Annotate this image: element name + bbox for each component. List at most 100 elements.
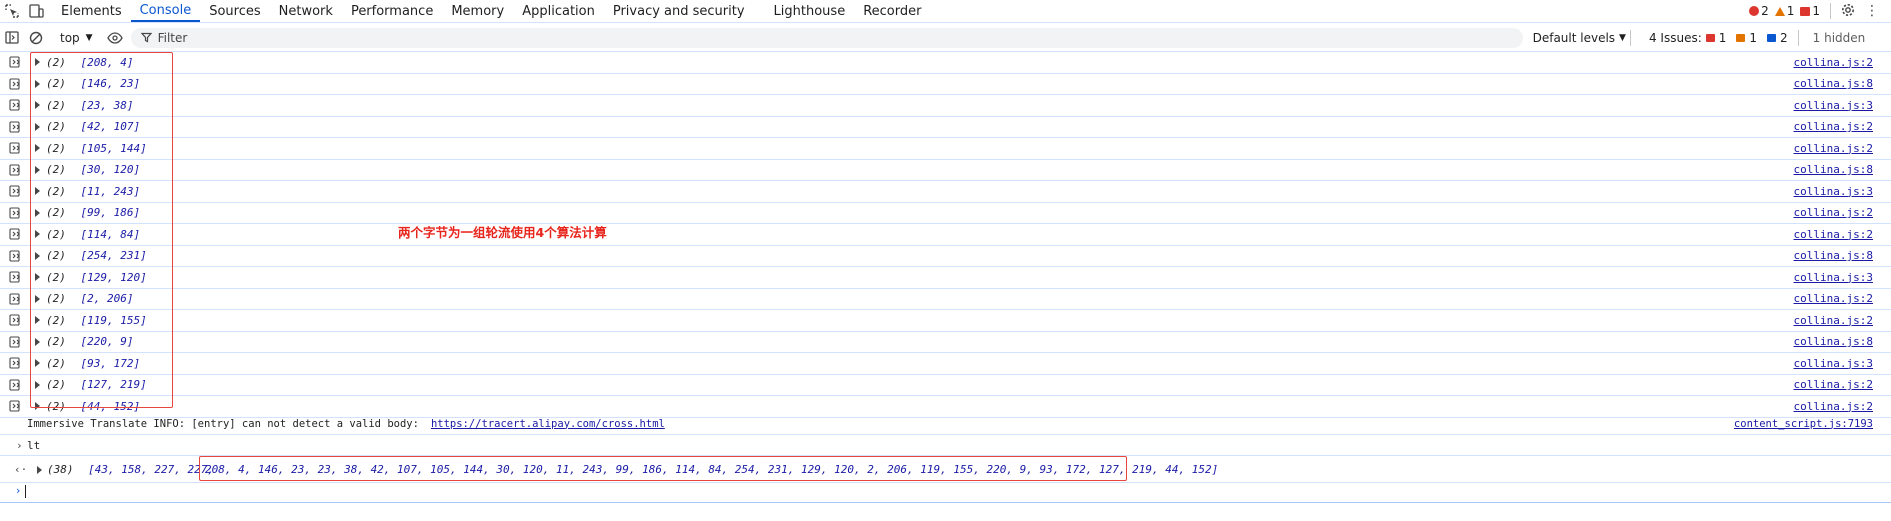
issue-info-icon xyxy=(1767,33,1777,42)
console-log-icon xyxy=(9,142,20,154)
console-log-icon xyxy=(9,400,20,412)
issue-flag-icon xyxy=(1800,6,1811,16)
expand-arrow-icon[interactable] xyxy=(35,165,40,174)
log-row: (2) [254, 231] collina.js:8 xyxy=(0,246,1891,267)
issue-count[interactable]: 1 xyxy=(1800,4,1820,18)
filter-input[interactable]: Filter xyxy=(130,27,1523,48)
expand-arrow-icon[interactable] xyxy=(35,230,40,238)
error-count[interactable]: 2 xyxy=(1749,4,1769,18)
tab-recorder[interactable]: Recorder xyxy=(854,0,930,22)
expand-arrow-icon[interactable] xyxy=(35,79,40,88)
chevron-right-icon: › xyxy=(16,439,23,452)
console-log-icon xyxy=(9,120,20,133)
source-link[interactable]: collina.js:3 xyxy=(1794,357,1873,370)
divider xyxy=(1830,3,1831,19)
tab-network[interactable]: Network xyxy=(270,0,342,22)
eye-icon[interactable] xyxy=(103,26,127,50)
tab-elements[interactable]: Elements xyxy=(52,0,131,22)
log-row: (2) [42, 107] collina.js:2 xyxy=(0,117,1891,138)
hidden-count: 1 hidden xyxy=(1812,30,1866,45)
inspect-element-icon[interactable] xyxy=(0,0,24,22)
error-icon xyxy=(1749,6,1760,16)
expand-arrow-icon[interactable] xyxy=(35,144,40,152)
log-row: (2) [220, 9] collina.js:8 xyxy=(0,332,1891,353)
input-echo-row: › lt xyxy=(0,436,1891,456)
divider xyxy=(1797,29,1799,46)
console-log-icon xyxy=(9,335,20,348)
expand-arrow-icon[interactable] xyxy=(35,58,40,66)
info-link[interactable]: https://tracert.alipay.com/cross.html xyxy=(431,418,665,430)
source-link[interactable]: collina.js:2 xyxy=(1794,56,1873,69)
tab-console[interactable]: Console xyxy=(130,0,201,22)
console-log-icon xyxy=(9,56,20,68)
console-prompt[interactable]: › xyxy=(0,481,1891,503)
expand-arrow-icon[interactable] xyxy=(35,294,40,303)
source-link[interactable]: collina.js:3 xyxy=(1794,185,1873,198)
source-link[interactable]: collina.js:2 xyxy=(1794,314,1873,327)
expand-arrow-icon[interactable] xyxy=(35,122,40,131)
dropdown-arrow-icon: ▼ xyxy=(1619,32,1626,43)
warning-icon xyxy=(1774,6,1785,16)
info-message-row: Immersive Translate INFO: [entry] can no… xyxy=(0,413,1891,435)
tab-application[interactable]: Application xyxy=(513,0,604,22)
log-levels-dropdown[interactable]: Default levels ▼ xyxy=(1533,31,1626,45)
source-link[interactable]: collina.js:8 xyxy=(1794,163,1873,176)
more-options-icon[interactable]: ⋮ xyxy=(1861,3,1883,19)
device-toolbar-icon[interactable] xyxy=(24,0,48,22)
prompt-chevron-icon: › xyxy=(16,484,21,497)
clear-console-icon[interactable] xyxy=(24,26,48,50)
gear-icon[interactable] xyxy=(1841,3,1855,20)
console-log-icon xyxy=(9,249,20,262)
tab-memory[interactable]: Memory xyxy=(442,0,513,22)
tab-lighthouse[interactable]: Lighthouse xyxy=(765,0,855,22)
source-link[interactable]: collina.js:2 xyxy=(1794,292,1873,305)
issues-button[interactable]: 4 Issues: 1 1 2 xyxy=(1649,31,1788,45)
source-link[interactable]: collina.js:2 xyxy=(1794,206,1873,219)
expand-arrow-icon[interactable] xyxy=(35,187,40,195)
log-row: (2) [105, 144] collina.js:2 xyxy=(0,138,1891,160)
log-row: (2) [208, 4] collina.js:2 xyxy=(0,52,1891,74)
expand-arrow-icon[interactable] xyxy=(35,273,40,281)
console-messages: (2) [208, 4] collina.js:2 (2) [146, 23] col… xyxy=(0,52,1891,418)
result-row: ‹· (38) [43, 158, 227, 227, 208, 4, 146,… xyxy=(0,457,1891,483)
console-log-icon xyxy=(9,185,20,197)
source-link[interactable]: collina.js:2 xyxy=(1794,378,1873,391)
source-link[interactable]: collina.js:2 xyxy=(1794,142,1873,155)
expand-arrow-icon[interactable] xyxy=(35,402,40,410)
log-row: (2) [146, 23] collina.js:8 xyxy=(0,74,1891,95)
text-caret xyxy=(25,485,26,498)
source-link[interactable]: collina.js:3 xyxy=(1794,99,1873,112)
source-link[interactable]: collina.js:2 xyxy=(1794,400,1873,413)
log-row: (2) [11, 243] collina.js:3 xyxy=(0,181,1891,203)
warning-count[interactable]: 1 xyxy=(1774,4,1794,18)
source-link[interactable]: collina.js:2 xyxy=(1794,228,1873,241)
expand-arrow-icon[interactable] xyxy=(37,466,42,474)
issue-warning-icon xyxy=(1736,33,1746,42)
log-row: (2) [93, 172] collina.js:3 xyxy=(0,353,1891,375)
sidebar-toggle-icon[interactable] xyxy=(0,26,24,50)
expand-arrow-icon[interactable] xyxy=(35,251,40,260)
tab-sources[interactable]: Sources xyxy=(200,0,269,22)
console-log-icon xyxy=(9,77,20,90)
tab-performance[interactable]: Performance xyxy=(342,0,442,22)
log-row: (2) [119, 155] collina.js:2 xyxy=(0,310,1891,332)
expand-arrow-icon[interactable] xyxy=(35,208,40,217)
expand-arrow-icon[interactable] xyxy=(35,101,40,109)
annotation-text: 两个字节为一组轮流使用4个算法计算 xyxy=(398,225,607,240)
expand-arrow-icon[interactable] xyxy=(35,359,40,367)
expand-arrow-icon[interactable] xyxy=(35,316,40,324)
tab-privacy-and-security[interactable]: Privacy and security xyxy=(604,0,765,22)
context-selector[interactable]: top ▼ xyxy=(48,31,103,45)
info-source-link[interactable]: content_script.js:7193 xyxy=(1734,418,1873,430)
source-link[interactable]: collina.js:2 xyxy=(1794,120,1873,133)
expand-arrow-icon[interactable] xyxy=(35,380,40,389)
source-link[interactable]: collina.js:8 xyxy=(1794,77,1873,90)
expand-arrow-icon[interactable] xyxy=(35,337,40,346)
source-link[interactable]: collina.js:8 xyxy=(1794,335,1873,348)
log-row: (2) [30, 120] collina.js:8 xyxy=(0,160,1891,181)
source-link[interactable]: collina.js:8 xyxy=(1794,249,1873,262)
source-link[interactable]: collina.js:3 xyxy=(1794,271,1873,284)
devtools-tabbar: Elements Console Sources Network Performance… xyxy=(0,0,1891,23)
log-row: (2) [99, 186] collina.js:2 xyxy=(0,203,1891,224)
console-log-icon xyxy=(9,314,20,326)
